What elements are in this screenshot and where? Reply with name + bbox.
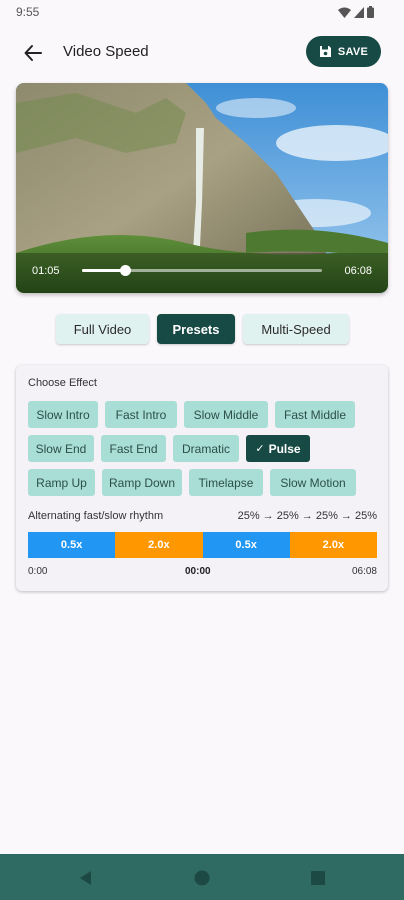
tab-presets[interactable]: Presets: [157, 314, 235, 344]
effect-chip-timelapse[interactable]: Timelapse: [189, 469, 263, 496]
speed-segment[interactable]: 0.5x: [28, 532, 116, 558]
current-time: 01:05: [32, 265, 60, 277]
speed-segment[interactable]: 2.0x: [289, 532, 377, 558]
video-frame-image: [16, 83, 388, 293]
nav-recents-button[interactable]: [308, 868, 328, 888]
speed-segment[interactable]: 2.0x: [115, 532, 203, 558]
nav-back-button[interactable]: [76, 868, 96, 888]
status-time: 9:55: [16, 5, 40, 19]
effect-chip-ramp-up[interactable]: Ramp Up: [28, 469, 95, 496]
battery-icon: [367, 6, 374, 18]
wifi-icon: [338, 7, 351, 18]
effects-panel: Choose Effect Slow Intro Fast Intro Slow…: [16, 365, 388, 591]
nav-home-button[interactable]: [192, 868, 212, 888]
save-label: SAVE: [337, 45, 369, 58]
recents-square-icon: [311, 871, 325, 885]
effect-chip-pulse[interactable]: ✓ Pulse: [246, 435, 310, 462]
effect-chip-ramp-down[interactable]: Ramp Down: [102, 469, 182, 496]
timeline-current: 00:00: [185, 566, 211, 577]
status-icons: [338, 6, 374, 18]
timeline-start: 0:00: [28, 566, 48, 577]
system-nav-bar: [0, 854, 404, 900]
mode-tabs: Full Video Presets Multi-Speed: [0, 314, 404, 344]
tab-full-video[interactable]: Full Video: [56, 314, 149, 344]
effect-chip-fast-end[interactable]: Fast End: [101, 435, 166, 462]
effect-description: Alternating fast/slow rhythm: [28, 510, 164, 522]
effects-heading: Choose Effect: [28, 377, 97, 389]
page-title: Video Speed: [63, 43, 149, 60]
effect-chip-slow-end[interactable]: Slow End: [28, 435, 94, 462]
effect-chip-slow-intro[interactable]: Slow Intro: [28, 401, 98, 428]
effect-chip-slow-motion[interactable]: Slow Motion: [270, 469, 356, 496]
speed-segments-bar: 0.5x 2.0x 0.5x 2.0x: [28, 532, 377, 558]
seek-bar-fill: [82, 269, 126, 272]
effect-distribution: 25% → 25% → 25% → 25%: [237, 510, 377, 522]
back-button[interactable]: [20, 40, 46, 66]
effect-chip-pulse-label: Pulse: [268, 441, 301, 456]
video-preview[interactable]: 01:05 06:08: [16, 83, 388, 293]
cell-signal-icon: [354, 6, 364, 18]
tab-multi-speed[interactable]: Multi-Speed: [243, 314, 349, 344]
effect-chip-fast-intro[interactable]: Fast Intro: [105, 401, 177, 428]
top-app-bar: Video Speed SAVE: [0, 34, 404, 70]
save-button[interactable]: SAVE: [306, 36, 381, 67]
check-icon: ✓: [255, 443, 265, 455]
back-triangle-icon: [80, 871, 91, 885]
home-circle-icon: [194, 870, 210, 886]
effect-chip-fast-middle[interactable]: Fast Middle: [275, 401, 355, 428]
floppy-disk-icon: [319, 46, 331, 57]
status-bar: 9:55: [0, 0, 404, 24]
effect-chip-slow-middle[interactable]: Slow Middle: [184, 401, 268, 428]
timeline-end: 06:08: [351, 566, 377, 577]
duration: 06:08: [344, 265, 372, 277]
effect-chip-dramatic[interactable]: Dramatic: [173, 435, 239, 462]
speed-segment[interactable]: 0.5x: [202, 532, 290, 558]
arrow-back-icon: [24, 45, 42, 61]
seek-bar[interactable]: [82, 265, 322, 276]
